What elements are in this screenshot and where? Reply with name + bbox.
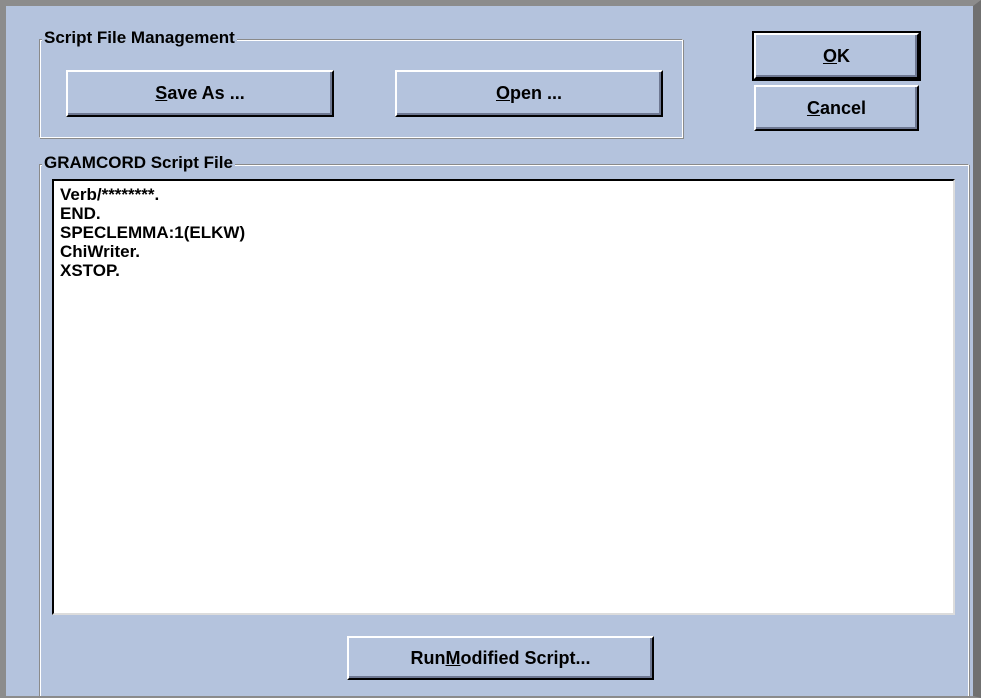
gramcord-script-file-group: GRAMCORD Script File Verb/********. END.… [39, 153, 969, 696]
script-editor[interactable]: Verb/********. END. SPECLEMMA:1(ELKW) Ch… [52, 179, 955, 615]
script-line: END. [60, 204, 101, 223]
ok-hotkey: O [822, 45, 837, 66]
run-modified-script-button[interactable]: Run Modified Script... [347, 636, 654, 680]
open-hotkey: O [495, 83, 510, 103]
save-as-button[interactable]: Save As ... [66, 70, 334, 117]
script-line: SPECLEMMA:1(ELKW) [60, 223, 246, 242]
script-file-management-group: Script File Management Save As ... Open … [39, 28, 683, 138]
cancel-hotkey: C [806, 97, 820, 118]
cancel-button-post: ancel [819, 97, 867, 118]
script-dialog: Script File Management Save As ... Open … [0, 0, 981, 698]
script-line: ChiWriter. [60, 242, 140, 261]
run-button-pre: Run [410, 647, 446, 668]
script-file-management-label: Script File Management [42, 28, 237, 48]
ok-button[interactable]: OK [752, 31, 921, 81]
open-button-post: pen ... [510, 83, 563, 103]
script-line: XSTOP. [60, 261, 120, 280]
gramcord-script-file-label: GRAMCORD Script File [42, 153, 235, 173]
cancel-button[interactable]: Cancel [754, 85, 919, 131]
save-as-hotkey: S [155, 83, 168, 103]
save-as-button-post: ave As ... [167, 83, 245, 103]
open-button[interactable]: Open ... [395, 70, 663, 117]
run-button-post: odified Script... [460, 647, 591, 668]
script-line: Verb/********. [60, 185, 160, 204]
ok-button-post: K [837, 45, 850, 66]
run-hotkey: M [445, 647, 461, 668]
